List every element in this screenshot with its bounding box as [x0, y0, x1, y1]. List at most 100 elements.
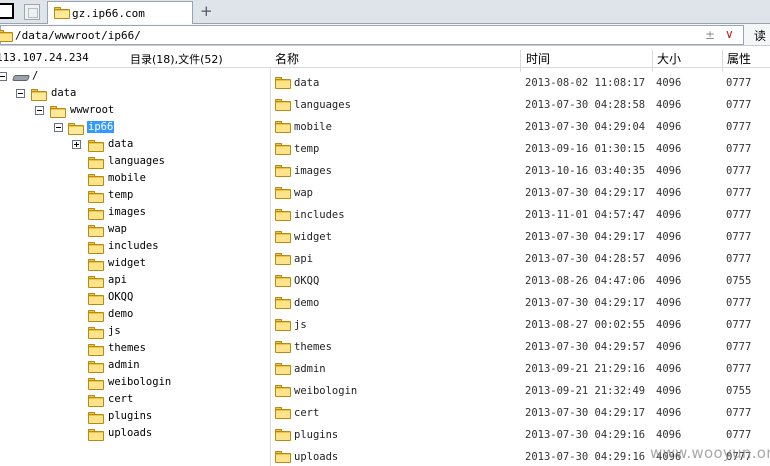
- column-time[interactable]: 时间: [526, 50, 550, 67]
- inactive-tab-icon[interactable]: [24, 4, 40, 20]
- file-time: 2013-07-30 04:29:17: [525, 231, 646, 243]
- file-name: demo: [294, 297, 320, 309]
- file-size: 4096: [656, 99, 682, 111]
- file-attr: 0777: [726, 209, 752, 221]
- file-name: includes: [294, 209, 345, 221]
- info-row: 113.107.24.234 目录(18),文件(52): [0, 46, 270, 68]
- folder-icon: [275, 165, 291, 177]
- new-tab-plus-icon[interactable]: +: [200, 2, 213, 20]
- file-row[interactable]: wap 2013-07-30 04:29:17 4096 0777: [271, 181, 770, 203]
- file-size: 4096: [656, 363, 682, 375]
- file-row[interactable]: admin 2013-09-21 21:29:16 4096 0777: [271, 357, 770, 379]
- folder-icon: [88, 378, 104, 390]
- folder-icon: [88, 208, 104, 220]
- file-time: 2013-07-30 04:29:04: [525, 121, 646, 133]
- tree-label: plugins: [108, 410, 153, 422]
- tree-label: languages: [108, 155, 165, 167]
- file-size: 4096: [656, 407, 682, 419]
- file-name: temp: [294, 143, 320, 155]
- tree-label: temp: [108, 189, 134, 201]
- tree-label: images: [108, 206, 146, 218]
- file-row[interactable]: themes 2013-07-30 04:29:57 4096 0777: [271, 335, 770, 357]
- folder-icon: [88, 395, 104, 407]
- tree-label: uploads: [108, 427, 153, 439]
- file-row[interactable]: data 2013-08-02 11:08:17 4096 0777: [271, 71, 770, 93]
- folder-icon: [88, 412, 104, 424]
- dir-file-counts: 目录(18),文件(52): [130, 53, 223, 66]
- file-attr: 0777: [726, 297, 752, 309]
- column-attr[interactable]: 属性: [727, 50, 751, 67]
- path-text: /data/wwwroot/ip66/: [15, 29, 141, 42]
- folder-icon: [275, 231, 291, 243]
- file-attr: 0777: [726, 165, 752, 177]
- file-size: 4096: [656, 121, 682, 133]
- read-button[interactable]: 读: [754, 27, 766, 44]
- file-row[interactable]: temp 2013-09-16 01:30:15 4096 0777: [271, 137, 770, 159]
- tree-label: wwwroot: [70, 104, 115, 116]
- folder-icon: [88, 191, 104, 203]
- folder-icon: [88, 276, 104, 288]
- folder-icon: [275, 143, 291, 155]
- file-attr: 0777: [726, 99, 752, 111]
- file-time: 2013-08-27 00:02:55: [525, 319, 646, 331]
- file-name: themes: [294, 341, 332, 353]
- plusminus-icon[interactable]: ±: [705, 28, 715, 42]
- collapse-icon[interactable]: [0, 72, 7, 81]
- folder-icon: [50, 106, 66, 118]
- folder-icon: [275, 363, 291, 375]
- folder-icon: [275, 319, 291, 331]
- file-row[interactable]: widget 2013-07-30 04:29:17 4096 0777: [271, 225, 770, 247]
- tree-label: OKQQ: [108, 291, 134, 303]
- folder-icon: [88, 429, 104, 441]
- folder-icon: [275, 297, 291, 309]
- folder-icon: [88, 310, 104, 322]
- folder-icon: [31, 89, 47, 101]
- file-row[interactable]: demo 2013-07-30 04:29:17 4096 0777: [271, 291, 770, 313]
- folder-icon: [88, 361, 104, 373]
- folder-icon: [275, 407, 291, 419]
- file-list: data 2013-08-02 11:08:17 4096 0777 languages…: [271, 68, 770, 466]
- file-name: cert: [294, 407, 320, 419]
- tree-label: includes: [108, 240, 159, 252]
- file-time: 2013-07-30 04:29:16: [525, 451, 646, 463]
- column-name[interactable]: 名称: [275, 50, 299, 67]
- folder-icon: [88, 327, 104, 339]
- file-time: 2013-10-16 03:40:35: [525, 165, 646, 177]
- column-size[interactable]: 大小: [657, 50, 681, 67]
- file-time: 2013-11-01 04:57:47: [525, 209, 646, 221]
- collapse-icon[interactable]: [16, 89, 25, 98]
- folder-icon: [88, 242, 104, 254]
- chevron-down-icon[interactable]: ∨: [725, 27, 734, 41]
- file-size: 4096: [656, 319, 682, 331]
- collapse-icon[interactable]: [35, 106, 44, 115]
- server-ip: 113.107.24.234: [0, 51, 89, 64]
- file-row[interactable]: images 2013-10-16 03:40:35 4096 0777: [271, 159, 770, 181]
- file-attr: 0777: [726, 231, 752, 243]
- expand-icon[interactable]: [72, 140, 81, 149]
- tree-label: api: [108, 274, 127, 286]
- file-time: 2013-07-30 04:29:17: [525, 187, 646, 199]
- file-name: mobile: [294, 121, 332, 133]
- file-row[interactable]: plugins 2013-07-30 04:29:16 4096 0777: [271, 423, 770, 445]
- file-row[interactable]: cert 2013-07-30 04:29:17 4096 0777: [271, 401, 770, 423]
- file-row[interactable]: weibologin 2013-09-21 21:32:49 4096 0755: [271, 379, 770, 401]
- file-attr: 0777: [726, 407, 752, 419]
- file-time: 2013-08-02 11:08:17: [525, 77, 646, 89]
- file-row[interactable]: js 2013-08-27 00:02:55 4096 0777: [271, 313, 770, 335]
- collapse-icon[interactable]: [54, 123, 63, 132]
- tab-label: gz.ip66.com: [72, 7, 145, 20]
- file-row[interactable]: includes 2013-11-01 04:57:47 4096 0777: [271, 203, 770, 225]
- file-row[interactable]: languages 2013-07-30 04:28:58 4096 0777: [271, 93, 770, 115]
- folder-icon: [275, 187, 291, 199]
- tree-label: wap: [108, 223, 127, 235]
- file-name: OKQQ: [294, 275, 320, 287]
- file-attr: 0755: [726, 385, 752, 397]
- file-size: 4096: [656, 187, 682, 199]
- file-row[interactable]: api 2013-07-30 04:28:57 4096 0777: [271, 247, 770, 269]
- column-header: 名称 时间 大小 属性: [270, 46, 770, 72]
- window-square-icon[interactable]: [0, 3, 14, 19]
- file-row[interactable]: OKQQ 2013-08-26 04:47:06 4096 0755: [271, 269, 770, 291]
- tab-gz-ip66[interactable]: gz.ip66.com: [47, 1, 193, 25]
- file-row[interactable]: mobile 2013-07-30 04:29:04 4096 0777: [271, 115, 770, 137]
- path-input[interactable]: /data/wwwroot/ip66/ ± ∨: [0, 25, 744, 45]
